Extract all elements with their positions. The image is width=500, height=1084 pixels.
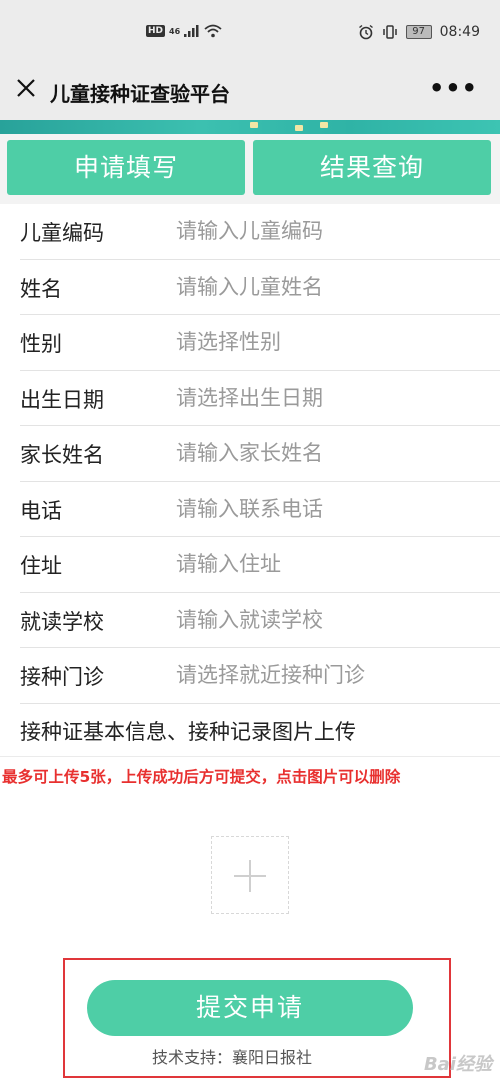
form-row-gender: 性别 xyxy=(20,315,500,371)
upload-section-title: 接种证基本信息、接种记录图片上传 xyxy=(20,720,356,744)
page-title: 儿童接种证查验平台 xyxy=(50,82,230,106)
gender-label: 性别 xyxy=(20,332,62,356)
gender-select[interactable] xyxy=(176,323,476,361)
nav-bar: 儿童接种证查验平台 ••• xyxy=(0,62,500,120)
child-code-label: 儿童编码 xyxy=(20,221,104,245)
tech-support-text: 技术支持：襄阳日报社 xyxy=(152,1048,313,1067)
address-label: 住址 xyxy=(20,554,62,578)
banner-decoration xyxy=(320,122,328,128)
school-label: 就读学校 xyxy=(20,609,104,634)
tab-result[interactable]: 结果查询 xyxy=(253,140,491,195)
upload-image-button[interactable] xyxy=(211,836,289,914)
status-left: HD 46 xyxy=(146,24,222,38)
form-row-birthdate: 出生日期 xyxy=(20,371,500,426)
form-row-school: 就读学校 xyxy=(20,593,500,648)
clinic-label: 接种门诊 xyxy=(20,665,104,689)
phone-input[interactable] xyxy=(176,489,476,528)
child-code-input[interactable] xyxy=(176,212,476,250)
form-row-parent-name: 家长姓名 xyxy=(20,426,500,482)
name-label: 姓名 xyxy=(20,276,62,301)
hd-badge: HD xyxy=(146,25,166,37)
name-input[interactable] xyxy=(176,267,476,306)
plus-icon xyxy=(249,860,251,892)
clinic-select[interactable] xyxy=(176,656,476,694)
close-icon[interactable] xyxy=(14,76,38,100)
address-input[interactable] xyxy=(176,545,476,583)
signal-icon xyxy=(184,25,199,37)
banner-image xyxy=(0,120,500,134)
form-row-clinic: 接种门诊 xyxy=(20,648,500,704)
banner-decoration xyxy=(250,122,258,128)
form-row-child-code: 儿童编码 xyxy=(20,204,500,260)
battery-icon: 97 xyxy=(405,25,432,39)
school-input[interactable] xyxy=(176,600,476,639)
submit-button[interactable]: 提交申请 xyxy=(87,980,413,1036)
form-row-phone: 电话 xyxy=(20,482,500,537)
phone-label: 电话 xyxy=(20,498,62,523)
parent-name-input[interactable] xyxy=(176,434,476,472)
watermark-logo: Bai经验 xyxy=(423,1054,492,1075)
tab-bar: 申请填写 结果查询 xyxy=(0,134,500,204)
birthdate-picker[interactable] xyxy=(176,378,476,417)
banner-decoration xyxy=(295,125,303,131)
status-right: 97 08:49 xyxy=(358,24,480,40)
form-row-name: 姓名 xyxy=(20,260,500,315)
divider xyxy=(0,756,500,757)
form-row-address: 住址 xyxy=(20,537,500,593)
birthdate-label: 出生日期 xyxy=(20,387,104,412)
tab-apply[interactable]: 申请填写 xyxy=(7,140,245,195)
network-type: 46 xyxy=(169,26,181,36)
application-form: 儿童编码 姓名 性别 出生日期 家长姓名 电话 住址 就读学校 接种门诊 xyxy=(0,204,500,704)
status-time: 08:49 xyxy=(439,24,480,40)
status-bar: HD 46 97 08:49 xyxy=(0,0,500,62)
wifi-icon xyxy=(204,24,222,38)
more-icon[interactable]: ••• xyxy=(429,76,478,100)
parent-name-label: 家长姓名 xyxy=(20,443,104,467)
upload-note: 最多可上传5张，上传成功后方可提交，点击图片可以删除 xyxy=(2,768,401,786)
vibrate-icon xyxy=(382,25,397,39)
alarm-icon xyxy=(358,24,373,40)
